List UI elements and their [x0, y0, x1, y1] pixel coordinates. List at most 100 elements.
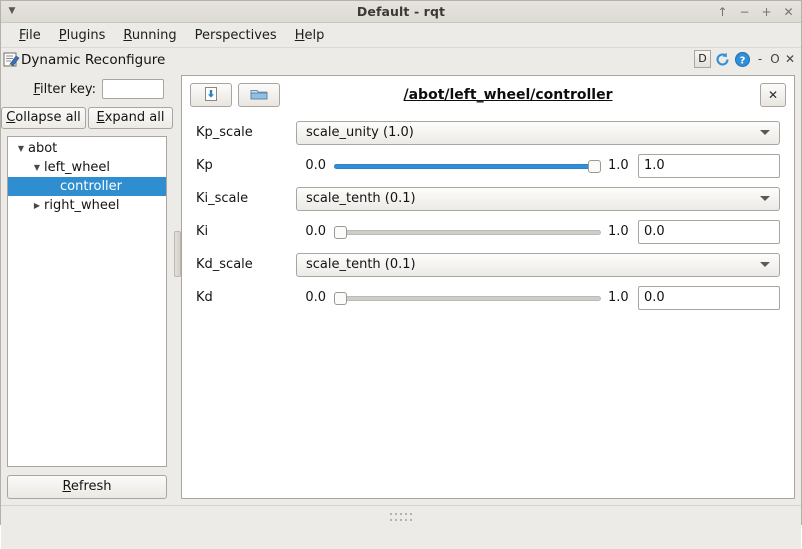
tree-node-left-wheel[interactable]: ▼ left_wheel — [8, 158, 166, 177]
param-kd-scale-row: Kd_scale scale_tenth (0.1) — [196, 248, 780, 281]
slider-handle[interactable] — [334, 226, 347, 239]
filter-row: Filter key: — [7, 71, 167, 107]
menu-file[interactable]: File — [10, 27, 50, 44]
parameter-browser-pane: Filter key: Collapse all Expand all ▼ ab… — [1, 71, 173, 505]
slider-fill — [334, 164, 601, 169]
param-ki-slider[interactable] — [334, 223, 601, 241]
collapse-all-button[interactable]: Collapse all — [1, 107, 86, 129]
param-kp-row: Kp 0.0 1.0 1.0 — [196, 149, 780, 182]
window-maximize-button[interactable]: + — [760, 6, 773, 18]
detach-button[interactable]: D — [694, 50, 711, 68]
param-kd-scale-label: Kd_scale — [196, 257, 296, 272]
param-kd-max: 1.0 — [608, 290, 638, 305]
chevron-down-icon — [760, 196, 770, 201]
save-icon — [203, 86, 219, 105]
param-kp-scale-label: Kp_scale — [196, 125, 296, 140]
editor-toolbar: /abot/left_wheel/controller ✕ — [182, 76, 794, 114]
chevron-down-icon — [760, 262, 770, 267]
menu-perspectives-mnemonic: Pe — [195, 28, 210, 43]
dock-content: Filter key: Collapse all Expand all ▼ ab… — [1, 71, 801, 505]
save-config-button[interactable] — [190, 83, 232, 107]
tree-node-abot[interactable]: ▼ abot — [8, 139, 166, 158]
param-kp-scale-value: scale_unity (1.0) — [306, 125, 760, 140]
dock-widget-title: Dynamic Reconfigure — [21, 52, 165, 68]
window-titlebar: ▼ Default - rqt ↑ − + ✕ — [1, 1, 801, 23]
param-kd-row: Kd 0.0 1.0 0.0 — [196, 281, 780, 314]
menu-help[interactable]: Help — [286, 27, 334, 44]
menu-perspectives-label: rspectives — [210, 28, 277, 43]
editor-close-button[interactable]: ✕ — [760, 83, 786, 107]
window-close-button[interactable]: ✕ — [782, 6, 795, 18]
tree-controls: Collapse all Expand all — [1, 107, 173, 129]
dynamic-reconfigure-icon — [3, 52, 20, 68]
tree-node-label: right_wheel — [44, 198, 120, 213]
window-title: Default - rqt — [1, 4, 801, 19]
param-kd-label: Kd — [196, 290, 296, 305]
open-config-button[interactable] — [238, 83, 280, 107]
dock-widget-controls: D ? - O ✕ — [694, 50, 796, 68]
menu-running-mnemonic: R — [123, 28, 131, 43]
menu-perspectives[interactable]: Perspectives — [186, 27, 286, 44]
chevron-down-icon — [760, 130, 770, 135]
open-folder-icon — [250, 87, 268, 104]
window-controls: ↑ − + ✕ — [716, 1, 795, 22]
dock-minimize-button[interactable]: - — [754, 53, 766, 65]
menu-plugins[interactable]: Plugins — [50, 27, 115, 44]
bottom-splitter-bar — [1, 505, 801, 549]
param-ki-value-field[interactable]: 0.0 — [638, 220, 780, 244]
param-kd-scale-combobox[interactable]: scale_tenth (0.1) — [296, 253, 780, 277]
param-ki-scale-value: scale_tenth (0.1) — [306, 191, 760, 206]
slider-track — [334, 296, 601, 301]
param-ki-scale-combobox[interactable]: scale_tenth (0.1) — [296, 187, 780, 211]
parameter-list: Kp_scale scale_unity (1.0) Kp 0.0 — [182, 114, 794, 314]
filter-key-label-text: ilter key: — [40, 82, 96, 97]
param-ki-scale-label: Ki_scale — [196, 191, 296, 206]
rqt-main-window: ▼ Default - rqt ↑ − + ✕ File Plugins Run… — [0, 0, 802, 525]
refresh-mnemonic: R — [62, 479, 70, 494]
parameter-tree[interactable]: ▼ abot ▼ left_wheel controller ▶ right_w… — [7, 136, 167, 467]
editor-node-title: /abot/left_wheel/controller — [292, 87, 724, 103]
tree-expander-icon[interactable]: ▶ — [30, 202, 44, 210]
slider-handle[interactable] — [588, 160, 601, 173]
collapse-all-mnemonic: C — [6, 110, 15, 125]
dock-close-button[interactable]: ✕ — [784, 53, 796, 65]
expand-all-button[interactable]: Expand all — [88, 107, 173, 129]
param-kd-slider[interactable] — [334, 289, 601, 307]
param-kp-min: 0.0 — [296, 158, 326, 173]
collapse-all-label: ollapse all — [15, 110, 81, 125]
refresh-label: efresh — [71, 479, 112, 494]
menu-running[interactable]: Running — [114, 27, 185, 44]
slider-handle[interactable] — [334, 292, 347, 305]
param-kd-value-field[interactable]: 0.0 — [638, 286, 780, 310]
parameter-editor-pane: /abot/left_wheel/controller ✕ Kp_scale s… — [181, 75, 795, 499]
param-kp-scale-row: Kp_scale scale_unity (1.0) — [196, 116, 780, 149]
menu-help-mnemonic: H — [295, 28, 305, 43]
reload-icon[interactable] — [714, 51, 731, 68]
splitter-grip[interactable] — [174, 231, 181, 277]
menu-plugins-mnemonic: P — [59, 28, 67, 43]
tree-node-label: controller — [60, 179, 122, 194]
vertical-splitter[interactable] — [173, 71, 181, 505]
param-kp-value-field[interactable]: 1.0 — [638, 154, 780, 178]
window-minimize-button[interactable]: − — [738, 6, 751, 18]
menu-file-label: ile — [26, 28, 41, 43]
tree-node-controller[interactable]: controller — [8, 177, 166, 196]
expand-all-label: xpand all — [105, 110, 165, 125]
tree-expander-icon[interactable]: ▼ — [30, 164, 44, 172]
tree-node-right-wheel[interactable]: ▶ right_wheel — [8, 196, 166, 215]
expand-all-mnemonic: E — [97, 110, 105, 125]
menubar: File Plugins Running Perspectives Help — [1, 23, 801, 48]
param-ki-row: Ki 0.0 1.0 0.0 — [196, 215, 780, 248]
param-ki-label: Ki — [196, 224, 296, 239]
tree-expander-icon[interactable]: ▼ — [14, 145, 28, 153]
param-kp-slider[interactable] — [334, 157, 601, 175]
param-kp-scale-combobox[interactable]: scale_unity (1.0) — [296, 121, 780, 145]
menu-plugins-label: lugins — [67, 28, 106, 43]
window-shade-button[interactable]: ↑ — [716, 6, 729, 18]
dock-float-button[interactable]: O — [769, 53, 781, 65]
filter-key-input[interactable] — [102, 79, 164, 99]
help-icon[interactable]: ? — [734, 51, 751, 68]
param-kp-label: Kp — [196, 158, 296, 173]
horizontal-splitter-grip[interactable] — [390, 513, 412, 522]
refresh-button[interactable]: Refresh — [7, 475, 167, 499]
